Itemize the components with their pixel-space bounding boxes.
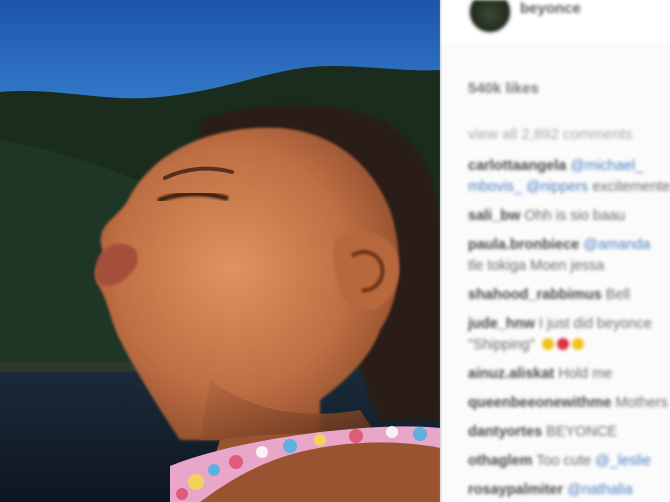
comment-text: Too cute bbox=[536, 453, 592, 469]
comment-text: Bell bbox=[605, 287, 630, 303]
emoji-icon bbox=[571, 338, 584, 350]
likes-count[interactable]: 540k likes bbox=[468, 80, 539, 97]
emoji-icon bbox=[541, 338, 554, 350]
comment-mention[interactable]: @nathalia bbox=[567, 482, 633, 498]
comment-username[interactable]: sali_bw bbox=[468, 208, 520, 224]
comment-text: "Shipping" bbox=[468, 337, 535, 353]
comment-username[interactable]: jude_hnw bbox=[468, 316, 535, 332]
post-header: beyonce bbox=[442, 0, 670, 45]
comment-item: paula.bronbiece @amanda tle tokiga Moen … bbox=[468, 235, 670, 277]
comment-mention[interactable]: @michael_ bbox=[570, 158, 643, 174]
heart-emoji-icon bbox=[556, 338, 569, 350]
comment-item: rosaypalmiter @nathalia bbox=[468, 480, 670, 501]
comment-item: dantyortes BEYONCE bbox=[468, 422, 670, 443]
comment-text: excitemente bbox=[592, 179, 670, 195]
view-all-comments-link[interactable]: view all 2,892 comments bbox=[468, 126, 632, 143]
comment-item: sali_bw Ohh is sio baau bbox=[468, 206, 670, 227]
comment-list: carlottaangela @michael_ mbovis_ @nipper… bbox=[468, 156, 670, 502]
comment-text: tle tokiga Moen jessa bbox=[468, 258, 605, 274]
photo-illustration bbox=[0, 0, 440, 502]
comment-text: Mothers bbox=[615, 395, 668, 411]
comment-username[interactable]: shahood_rabbimus bbox=[468, 287, 602, 303]
comment-item: queenbeeonewithme Mothers bbox=[468, 393, 670, 414]
post-username[interactable]: beyonce bbox=[520, 0, 581, 17]
comment-item: othaglem Too cute @_leslie bbox=[468, 451, 670, 472]
comment-text: I just did beyonce bbox=[538, 316, 652, 332]
post-photo[interactable] bbox=[0, 0, 440, 502]
comment-username[interactable]: ainuz.aliskat bbox=[468, 366, 554, 382]
comment-item: jude_hnw I just did beyonce "Shipping" bbox=[468, 314, 670, 356]
comment-text: Ohh is sio baau bbox=[524, 208, 626, 224]
comment-mention[interactable]: @_leslie bbox=[595, 453, 651, 469]
comment-username[interactable]: rosaypalmiter bbox=[468, 482, 563, 498]
comment-username[interactable]: carlottaangela bbox=[468, 158, 566, 174]
avatar[interactable] bbox=[468, 0, 512, 34]
comment-username[interactable]: othaglem bbox=[468, 453, 532, 469]
comments-panel: beyonce 540k likes view all 2,892 commen… bbox=[442, 0, 670, 502]
comment-username[interactable]: paula.bronbiece bbox=[468, 237, 579, 253]
comment-mention[interactable]: @amanda bbox=[583, 237, 650, 253]
comment-text: Hold me bbox=[558, 366, 613, 382]
comment-item: shahood_rabbimus Bell bbox=[468, 285, 670, 306]
comment-item: carlottaangela @michael_ mbovis_ @nipper… bbox=[468, 156, 670, 198]
comment-text: BEYONCE bbox=[546, 424, 618, 440]
comment-username[interactable]: dantyortes bbox=[468, 424, 542, 440]
comment-item: ainuz.aliskat Hold me bbox=[468, 364, 670, 385]
comment-mention[interactable]: mbovis_ @nippers bbox=[468, 179, 588, 195]
comment-username[interactable]: queenbeeonewithme bbox=[468, 395, 611, 411]
